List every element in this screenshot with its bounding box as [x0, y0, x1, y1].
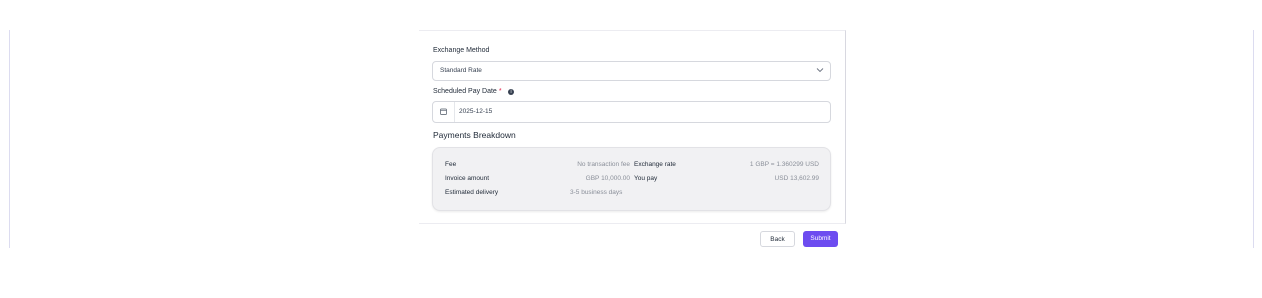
submit-button[interactable]: Submit — [803, 231, 838, 247]
chevron-down-icon — [816, 68, 824, 73]
scheduled-pay-date-label-text: Scheduled Pay Date — [433, 88, 497, 95]
invoice-amount-value: GBP 10,000.00 — [585, 175, 630, 182]
exchange-rate-value: 1 GBP = 1.360299 USD — [749, 161, 819, 168]
info-icon[interactable]: i — [508, 89, 514, 95]
exchange-method-label: Exchange Method — [433, 47, 490, 54]
estimated-delivery-value: 3-5 business days — [570, 189, 623, 196]
estimated-delivery-label: Estimated delivery — [445, 189, 499, 196]
required-asterisk: * — [498, 88, 502, 95]
exchange-rate-label: Exchange rate — [634, 161, 676, 168]
exchange-method-select[interactable]: Standard Rate — [432, 61, 831, 81]
date-input-divider — [454, 102, 455, 122]
back-button[interactable]: Back — [760, 231, 795, 247]
fee-label: Fee — [445, 161, 457, 168]
scheduled-pay-date-label: Scheduled Pay Date * — [433, 88, 502, 95]
scheduled-pay-date-input[interactable]: 2025-12-15 — [432, 101, 831, 123]
scheduled-pay-date-value: 2025-12-15 — [459, 108, 493, 115]
exchange-method-value: Standard Rate — [440, 67, 482, 74]
invoice-amount-label: Invoice amount — [445, 175, 490, 182]
payments-breakdown-title: Payments Breakdown — [433, 130, 516, 140]
fee-value: No transaction fee — [577, 161, 630, 168]
calendar-icon — [440, 108, 447, 115]
outer-right-border — [1253, 30, 1254, 248]
outer-left-border — [9, 30, 10, 248]
you-pay-label: You pay — [634, 175, 658, 182]
you-pay-value: USD 13,602.99 — [774, 175, 819, 182]
